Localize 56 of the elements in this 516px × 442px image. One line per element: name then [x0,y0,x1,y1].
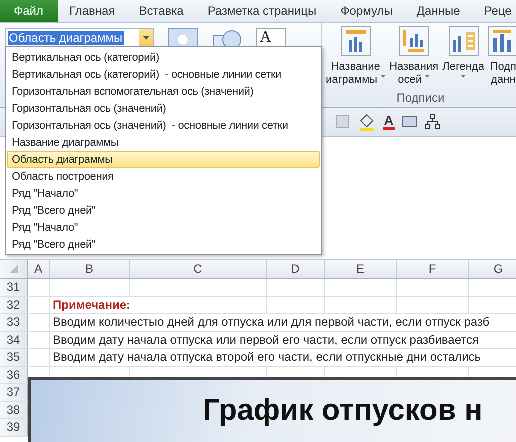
ribbon-tab[interactable]: Реце [472,0,516,22]
ribbon-tab[interactable]: Разметка страницы [196,0,329,22]
axis-titles-icon [399,26,430,56]
row-header[interactable]: 35 [0,349,28,366]
row-header[interactable]: 39 [0,419,28,436]
ribbon-button[interactable]: Названия осей [388,26,440,87]
menu-item[interactable]: Горизонтальная ось (значений) [7,100,320,117]
column-header[interactable]: C [130,260,267,278]
column-header[interactable]: E [325,260,397,278]
cell-text: Вводим дату начала отпуска второй его части, если отпускные дни остались [52,349,482,366]
data-labels-icon [488,26,516,56]
menu-item[interactable]: Область построения [7,168,320,185]
row-header[interactable]: 33 [0,314,28,330]
chart-element-dropdown[interactable]: Область диаграммы [5,28,154,48]
paint-bucket-icon[interactable] [358,113,376,131]
menu-item[interactable]: Область диаграммы [7,151,320,168]
column-header[interactable]: D [267,260,325,278]
ribbon-tab[interactable]: Данные [404,0,472,22]
menu-item[interactable]: Ряд "Всего дней" [7,236,320,253]
chart-title-icon [340,26,371,56]
chart-area[interactable]: График отпусков н [28,377,516,442]
ribbon-button[interactable]: Легенда [442,26,486,87]
cell-text: Вводим дату начала отпуска или первой его части, если отпуск разбивается [52,332,480,348]
row-header[interactable]: 38 [0,402,28,418]
network-icon[interactable] [425,114,441,130]
column-header[interactable]: G [469,260,516,278]
menu-item[interactable]: Ряд "Всего дней" [7,202,320,219]
ribbon-button[interactable]: Название иаграммы [325,26,387,87]
cell-text: Вводим количестыо дней для отпуска или для первой части, если отпуск разб [52,314,491,330]
menu-item[interactable]: Вертикальная ось (категорий) - основные линии сетки [7,66,320,83]
column-header[interactable]: A [28,260,50,278]
file-tab[interactable]: Файл [0,0,58,22]
ribbon-tab[interactable]: Формулы [328,0,405,22]
legend-icon [448,26,479,56]
menu-item[interactable]: Горизонтальная ось (значений) - основные линии сетки [7,117,320,134]
toolbar-icon[interactable] [335,114,351,130]
menu-item[interactable]: Ряд "Начало" [7,219,320,236]
column-header[interactable]: F [397,260,469,278]
ribbon-button[interactable]: Подп данн [487,26,516,87]
ribbon-tab[interactable]: Главная [58,0,128,22]
menu-item[interactable]: Ряд "Начало" [7,185,320,202]
caret-icon [142,36,150,40]
ribbon-tab[interactable]: Вставка [127,0,196,22]
row-header[interactable]: 32 [0,296,28,313]
row-header[interactable]: 36 [0,366,28,383]
toolbar-icon[interactable] [402,114,418,130]
group-label: Подписи [396,91,446,107]
row-header[interactable]: 37 [0,384,28,400]
chart-title: График отпусков н [203,394,483,428]
menu-item[interactable]: Горизонтальная вспомогательная ось (значений) [7,83,320,100]
font-color-button[interactable]: A [383,114,395,130]
column-header[interactable]: B [50,260,130,278]
menu-item[interactable]: Название диаграммы [7,134,320,151]
row-header[interactable]: 31 [0,279,28,296]
note-heading: Примечание: [50,296,267,313]
row-header[interactable]: 34 [0,332,28,348]
